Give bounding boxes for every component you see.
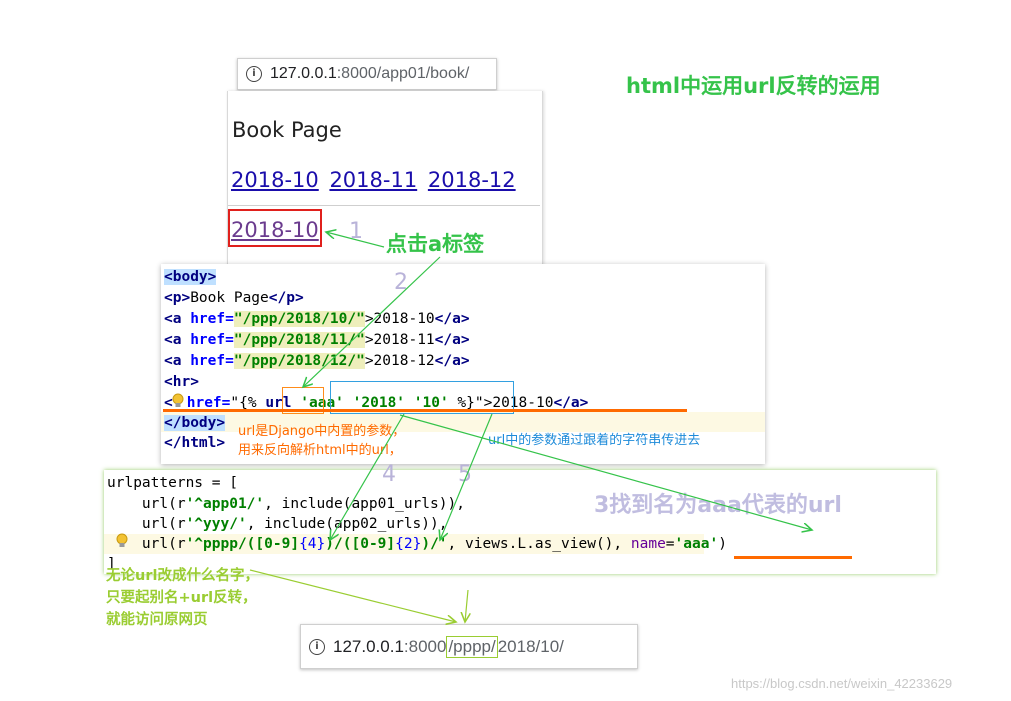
arrow-arg-2018: [330, 413, 405, 540]
arrow-url-to-name: [399, 414, 812, 530]
arrow-alias-note: [249, 569, 456, 622]
watermark: https://blog.csdn.net/weixin_42233629: [731, 676, 953, 691]
arrow-to-prefix: [465, 589, 468, 622]
arrow-click-to-url: [303, 256, 441, 387]
arrows-overlay: [249, 0, 1011, 701]
arrow-click-to-link: [326, 232, 385, 248]
